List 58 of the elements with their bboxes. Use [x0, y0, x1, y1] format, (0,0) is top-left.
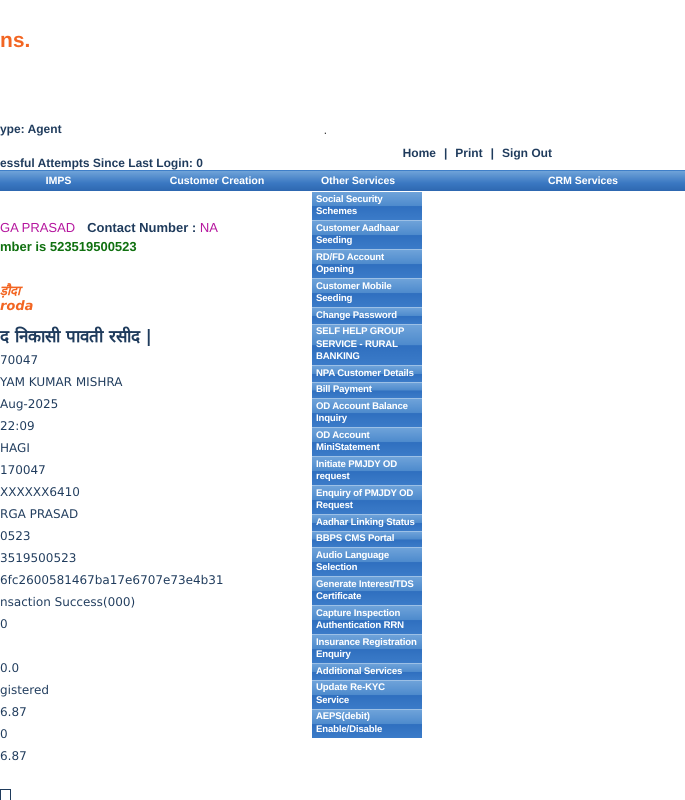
receipt-value: 0523 — [0, 529, 31, 543]
contact-value: NA — [200, 220, 218, 235]
header-link[interactable]: Home — [402, 146, 436, 160]
menu-item[interactable]: Additional Services — [312, 664, 422, 680]
receipt-value: RGA PRASAD — [0, 507, 78, 521]
menu-item[interactable]: SELF HELP GROUP SERVICE - RURAL BANKING — [312, 324, 422, 365]
menu-item[interactable]: Change Password — [312, 308, 422, 324]
receipt-value: 22:09 — [0, 419, 35, 433]
nav-item[interactable]: Other Services — [321, 175, 396, 187]
receipt-value: nsaction Success(000) — [0, 595, 136, 609]
menu-item[interactable]: NPA Customer Details — [312, 366, 422, 382]
receipt-value: 70047 — [0, 353, 38, 367]
receipt-value: YAM KUMAR MISHRA — [0, 375, 122, 389]
failed-attempts: essful Attempts Since Last Login: 0 — [0, 156, 203, 170]
menu-item[interactable]: Aadhar Linking Status — [312, 515, 422, 530]
receipt-value: XXXXXX6410 — [0, 485, 80, 499]
menu-item[interactable]: AEPS(debit) Enable/Disable — [312, 710, 422, 738]
dot: . — [324, 124, 328, 137]
receipt-title: द निकासी पावती रसीद | — [0, 326, 152, 347]
menu-item[interactable]: OD Account MiniStatement — [312, 428, 422, 456]
menu-item[interactable]: Bill Payment — [312, 382, 422, 398]
bank-logo-text: roda — [0, 299, 34, 314]
account-number: mber is 523519500523 — [0, 239, 137, 254]
nav-item[interactable]: CRM Services — [548, 175, 618, 187]
receipt-value: 6.87 — [0, 705, 27, 719]
receipt-value: Aug-2025 — [0, 397, 58, 411]
menu-item[interactable]: Initiate PMJDY OD request — [312, 457, 422, 485]
header-link[interactable]: Sign Out — [502, 146, 552, 160]
menu-item[interactable]: Update Re-KYC Service — [312, 680, 422, 708]
header-link[interactable]: Print — [455, 146, 483, 160]
menu-item[interactable]: Enquiry of PMJDY OD Request — [312, 486, 422, 514]
menu-item[interactable]: Audio Language Selection — [312, 548, 422, 576]
customer-name: GA PRASAD — [0, 220, 76, 235]
separator: | — [444, 146, 448, 160]
menu-item[interactable]: BBPS CMS Portal — [312, 532, 422, 547]
receipt-value: 0 — [0, 617, 8, 631]
nav-item[interactable]: IMPS — [46, 175, 72, 187]
receipt-value: gistered — [0, 683, 49, 697]
receipt-value: HAGI — [0, 441, 30, 455]
user-type: ype: Agent — [0, 122, 62, 136]
receipt-value: 6fc2600581467ba17e6707e73e4b31 — [0, 573, 224, 587]
nav-item[interactable]: Customer Creation — [170, 175, 264, 187]
menu-item[interactable]: OD Account Balance Inquiry — [312, 399, 422, 427]
logo-text: ns. — [0, 28, 32, 54]
menu-item[interactable]: RD/FD Account Opening — [312, 250, 422, 278]
menu-item[interactable]: Customer Mobile Seeding — [312, 279, 422, 307]
receipt-value: 6.87 — [0, 749, 27, 763]
separator: | — [490, 146, 494, 160]
menu-item[interactable]: Capture Inspection Authentication RRN — [312, 606, 422, 634]
receipt-value: 3519500523 — [0, 551, 76, 565]
receipt-value: 170047 — [0, 463, 46, 477]
contact-label: Contact Number : — [87, 220, 198, 235]
menu-item[interactable]: Customer Aadhaar Seeding — [312, 221, 422, 249]
receipt-value: 0.0 — [0, 661, 20, 675]
menu-item[interactable]: Social Security Schemes — [312, 192, 422, 220]
menu-item[interactable]: Insurance Registration Enquiry — [312, 635, 422, 663]
menu-item[interactable]: Generate Interest/TDS Certificate — [312, 577, 422, 605]
receipt-value: 0 — [0, 727, 8, 741]
